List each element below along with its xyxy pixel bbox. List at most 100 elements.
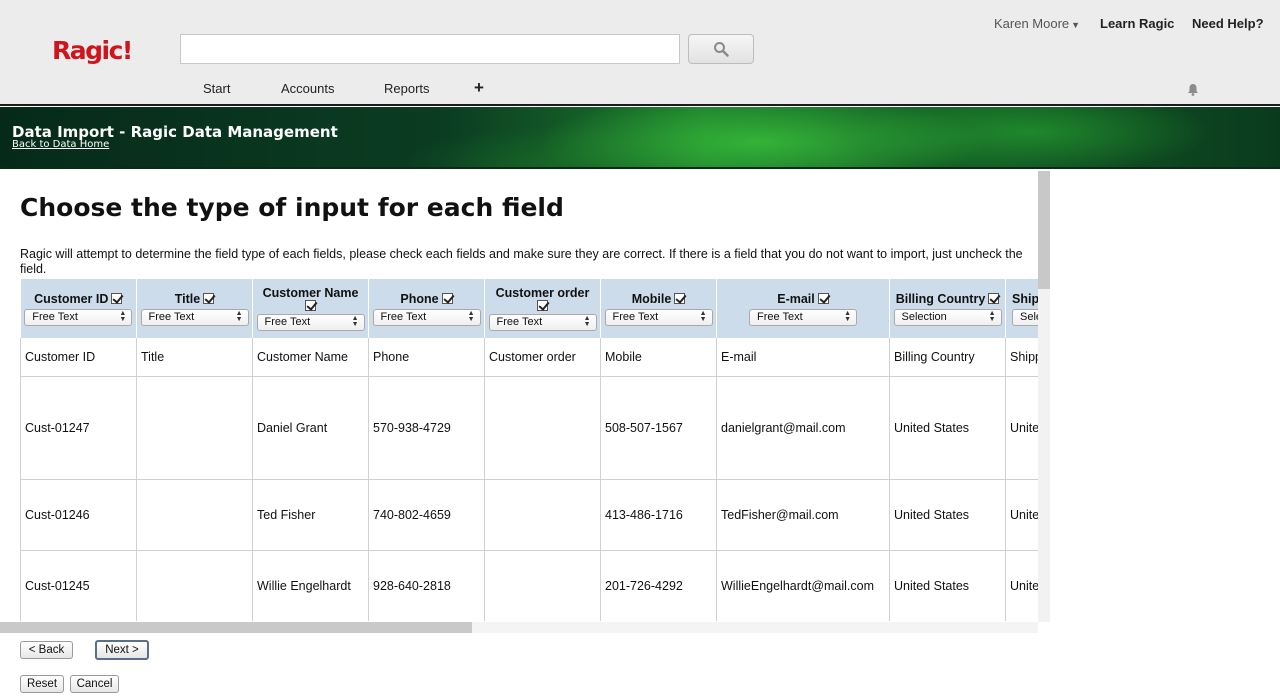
column-name: E-mail [777,291,815,306]
select-arrows-icon: ▲ ▼ [583,315,591,328]
column-header-title: Title Free Text ▲ ▼ [136,279,253,338]
table-cell [484,376,601,480]
table-cell: 508-507-1567 [600,376,717,480]
field-type-select[interactable]: Free Text ▲ ▼ [24,308,133,326]
learn-ragic-link[interactable]: Learn Ragic [1100,16,1174,31]
user-name: Karen Moore [994,16,1070,31]
caret-down-icon: ▼ [1071,20,1081,30]
field-type-value: Selection [1020,311,1038,323]
field-type-value: Free Text [496,316,543,328]
table-cell: United States [1005,550,1038,621]
field-type-value: Selection [901,311,947,323]
column-header-email: E-mail Free Text ▲ ▼ [716,279,890,338]
table-cell: 413-486-1716 [600,479,717,551]
table-cell: Title [136,338,253,377]
table-cell: TedFisher@mail.com [716,479,890,551]
vertical-scrollbar-thumb[interactable] [1038,171,1050,289]
table-cell: 740-802-4659 [368,479,485,551]
table-cell: United States [889,376,1006,480]
field-type-value: Free Text [264,316,311,328]
search-icon [714,42,729,57]
table-row: Cust-01245 Willie Engelhardt 928-640-281… [20,550,1038,621]
column-name: Billing Country [895,291,986,306]
top-header: Ragic! Karen Moore ▼ Learn Ragic Need Hel… [0,0,1280,105]
table-row: Cust-01246 Ted Fisher 740-802-4659 413-4… [20,479,1038,551]
field-type-select[interactable]: Free Text ▲ ▼ [140,308,249,326]
table-cell [484,550,601,621]
select-arrows-icon: ▲ ▼ [235,310,243,323]
nav-accounts[interactable]: Accounts [281,81,334,96]
table-cell [136,376,253,480]
vertical-scrollbar-track[interactable] [1038,289,1050,622]
field-type-value: Free Text [757,311,803,323]
include-field-checkbox[interactable] [537,299,548,311]
ragic-logo[interactable]: Ragic! [52,36,133,65]
include-field-checkbox[interactable] [305,299,316,311]
field-type-select[interactable]: Free Text ▲ ▼ [256,313,365,331]
add-tab-button[interactable]: + [474,78,484,98]
column-name: Phone [400,291,439,306]
horizontal-scrollbar-thumb[interactable] [0,622,472,633]
table-cell: Mobile [600,338,717,377]
table-cell: Cust-01246 [20,479,137,551]
include-field-checkbox[interactable] [817,293,829,304]
back-to-data-home-link[interactable]: Back to Data Home [12,139,109,150]
field-type-select[interactable]: Free Text ▲ ▼ [604,308,713,326]
search-button[interactable] [688,34,754,64]
page-title: Choose the type of input for each field [20,193,564,222]
field-type-table: Customer ID Free Text ▲ ▼ Title Free Text ▲… [20,279,1038,621]
column-header-billing-country: Billing Country Selection ▲ ▼ [889,279,1006,338]
user-menu[interactable]: Karen Moore ▼ [994,16,1080,31]
column-header-shipping-country: Shipping Country Selection▲▼ [1005,279,1038,338]
field-type-value: Free Text [148,311,195,323]
field-type-value: Free Text [612,311,659,323]
header-row: Customer ID Free Text ▲ ▼ Title Free Text ▲… [20,279,1038,338]
page-banner: Data Import - Ragic Data Management Back… [0,107,1280,169]
include-field-checkbox[interactable] [203,293,215,304]
table-cell: Daniel Grant [252,376,369,480]
table-cell: Shipping Country [1005,338,1038,377]
table-cell: Phone [368,338,485,377]
include-field-checkbox[interactable] [988,293,1000,304]
column-header-customer-order: Customer order Free Text ▲ ▼ [484,279,601,338]
next-button[interactable]: Next > [95,640,149,660]
field-type-select[interactable]: Selection ▲▼ [893,308,1002,326]
bell-icon[interactable] [1187,83,1199,96]
field-type-select[interactable]: Free Text ▲ ▼ [488,313,597,331]
instructions-text: Ragic will attempt to determine the fiel… [20,247,1023,276]
table-cell: Customer Name [252,338,369,377]
include-field-checkbox[interactable] [674,293,686,304]
back-button[interactable]: < Back [20,641,73,659]
table-row: Cust-01247 Daniel Grant 570-938-4729 508… [20,376,1038,480]
column-header-customer-name: Customer Name Free Text ▲ ▼ [252,279,369,338]
cancel-button[interactable]: Cancel [70,675,119,693]
column-name: Customer Name [262,285,359,300]
table-cell: 570-938-4729 [368,376,485,480]
reset-button[interactable]: Reset [20,675,64,693]
column-name: Shipping Country [1012,291,1038,306]
table-cell [136,550,253,621]
field-type-select[interactable]: Free Text ▲ ▼ [749,308,857,326]
search-input[interactable] [180,34,680,64]
table-cell: E-mail [716,338,890,377]
table-cell: Cust-01245 [20,550,137,621]
include-field-checkbox[interactable] [441,293,453,304]
include-field-checkbox[interactable] [111,293,123,304]
nav-reports[interactable]: Reports [384,81,430,96]
need-help-link[interactable]: Need Help? [1192,16,1264,31]
field-type-select[interactable]: Free Text ▲ ▼ [372,308,481,326]
table-cell: Ted Fisher [252,479,369,551]
select-arrows-icon: ▲ ▼ [119,310,127,323]
table-cell: danielgrant@mail.com [716,376,890,480]
select-arrows-icon: ▲ ▼ [467,310,475,323]
column-header-customer-id: Customer ID Free Text ▲ ▼ [20,279,137,338]
field-type-select[interactable]: Selection▲▼ [1012,308,1038,326]
header-divider [0,104,1280,106]
table-cell: Willie Engelhardt [252,550,369,621]
table-cell: Customer order [484,338,601,377]
column-header-phone: Phone Free Text ▲ ▼ [368,279,485,338]
select-arrows-icon: ▲ ▼ [699,310,707,323]
select-arrows-icon: ▲ ▼ [988,310,996,323]
horizontal-scrollbar-track[interactable] [472,622,1038,633]
nav-start[interactable]: Start [203,81,230,96]
